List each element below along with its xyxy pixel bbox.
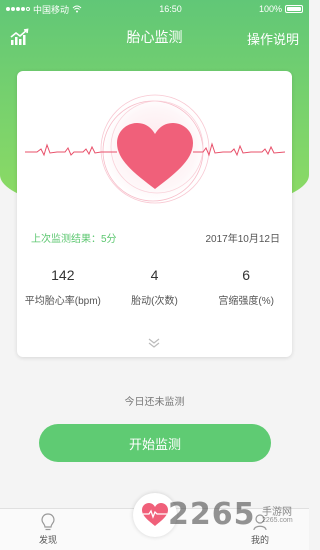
stat-label: 胎动(次数) — [131, 296, 178, 307]
watermark-site: 手游网 — [262, 507, 292, 518]
stat-label: 平均胎心率(bpm) — [24, 296, 101, 307]
instructions-link[interactable]: 操作说明 — [247, 29, 299, 48]
status-bar: 中国移动 16:50 100% — [0, 0, 309, 18]
stat-fetal-movement: 4 胎动(次数) — [109, 267, 199, 307]
tab-discover[interactable]: 发现 — [28, 512, 68, 546]
stat-value: 4 — [150, 267, 159, 283]
stat-value: 6 — [242, 267, 251, 283]
heart-pulse-graphic — [25, 91, 286, 207]
today-status-text: 今日还未监测 — [124, 397, 185, 408]
carrier-label: 中国移动 — [33, 4, 70, 15]
tab-mine-label: 我的 — [250, 535, 269, 545]
start-monitoring-button[interactable]: 开始监测 — [39, 424, 271, 462]
stat-value: 142 — [51, 267, 75, 283]
status-left: 中国移动 — [6, 3, 82, 16]
watermark-url: 2265.com — [262, 517, 293, 524]
heart-pulse-icon — [142, 503, 168, 526]
stat-contraction: 6 宫缩强度(%) — [201, 267, 291, 307]
stat-label: 宫缩强度(%) — [218, 296, 274, 307]
watermark-brand: 2265 — [168, 497, 256, 532]
status-time: 16:50 — [159, 4, 182, 14]
battery-icon — [284, 5, 303, 13]
last-result-date: 2017年10月12日 — [205, 234, 281, 245]
lightbulb-icon — [41, 513, 55, 531]
tab-discover-label: 发现 — [38, 535, 57, 545]
stats-row: 142 平均胎心率(bpm) 4 胎动(次数) 6 宫缩强度(%) — [17, 267, 292, 307]
trend-chart-icon[interactable] — [10, 28, 30, 46]
page-title: 胎心监测 — [126, 29, 183, 45]
signal-icon — [6, 7, 30, 11]
expand-chevron-icon[interactable] — [147, 337, 161, 349]
last-result-row: 上次监测结果：5分 2017年10月12日 — [31, 230, 280, 245]
monitor-card: 上次监测结果：5分 2017年10月12日 142 平均胎心率(bpm) 4 胎… — [17, 71, 292, 357]
status-right: 100% — [259, 4, 303, 14]
wifi-icon — [72, 5, 82, 13]
battery-percent: 100% — [258, 4, 282, 14]
stat-heart-rate: 142 平均胎心率(bpm) — [18, 267, 108, 307]
last-result-label: 上次监测结果：5分 — [31, 234, 117, 245]
nav-bar: 胎心监测 操作说明 — [0, 18, 309, 56]
